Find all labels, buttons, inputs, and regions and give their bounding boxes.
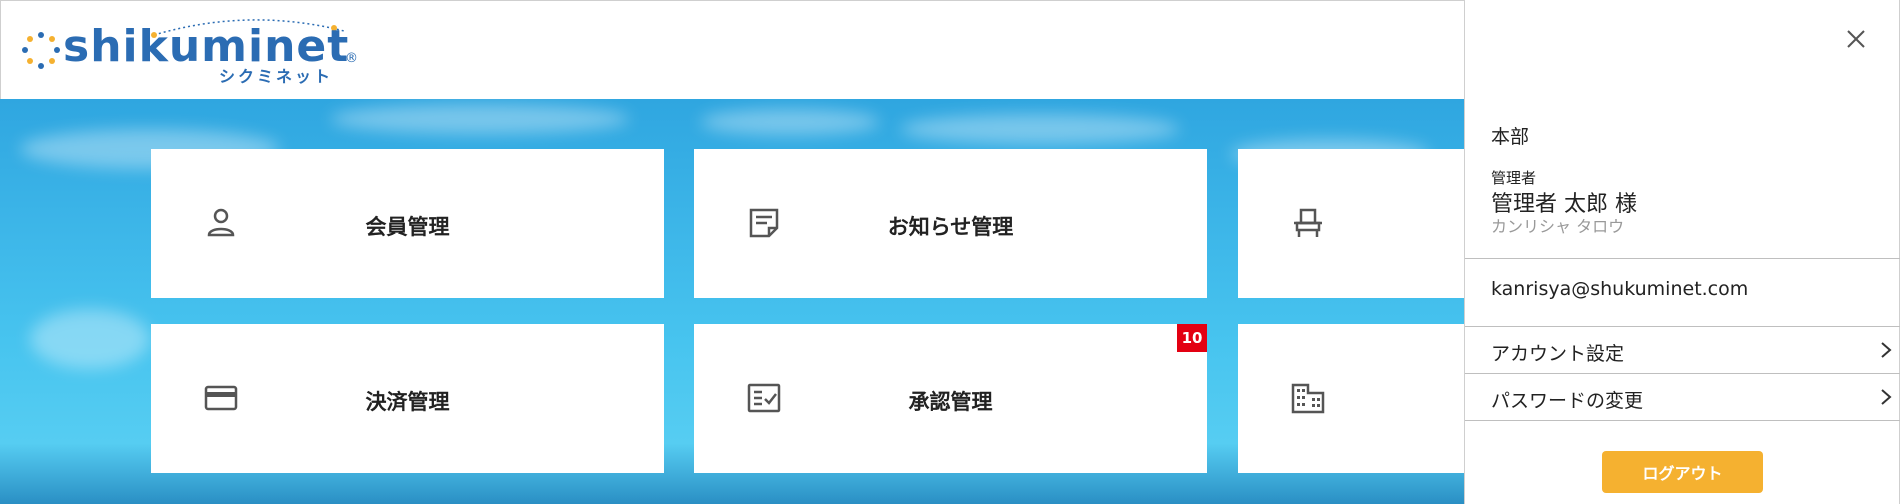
tile-label: 決済管理 xyxy=(365,390,450,414)
divider xyxy=(1465,420,1900,421)
registered-mark: ® xyxy=(345,51,358,66)
logo-katakana: シクミネット xyxy=(219,67,334,86)
divider xyxy=(1465,258,1900,259)
shikuminet-logo[interactable]: shikuminet シクミネット ® xyxy=(19,19,364,86)
tile-news-management[interactable]: お知らせ管理 xyxy=(694,149,1207,298)
cloud xyxy=(330,104,630,134)
close-icon[interactable] xyxy=(1843,26,1869,52)
menu-item-label: パスワードの変更 xyxy=(1491,390,1644,412)
user-email: kanrisya@shukuminet.com xyxy=(1491,278,1749,300)
chevron-right-icon xyxy=(1881,342,1892,358)
tile-label: 承認管理 xyxy=(908,390,993,414)
cloud xyxy=(900,114,1180,144)
menu-item-label: アカウント設定 xyxy=(1491,343,1625,365)
cloud xyxy=(700,109,880,135)
tile-label: お知らせ管理 xyxy=(887,215,1014,239)
organization-name: 本部 xyxy=(1491,126,1530,148)
tile-label: 会員管理 xyxy=(365,215,450,239)
logo-dots-icon xyxy=(22,32,60,69)
user-role: 管理者 xyxy=(1491,169,1537,187)
menu-item-account-settings[interactable]: アカウント設定 xyxy=(1465,327,1900,373)
account-panel: 本部 管理者 管理者 太郎 様 カンリシャ タロウ kanrisya@shuku… xyxy=(1464,0,1900,504)
logout-button[interactable]: ログアウト xyxy=(1602,451,1763,493)
building-icon xyxy=(1291,383,1325,414)
cloud xyxy=(30,309,150,369)
approval-count-badge: 10 xyxy=(1177,324,1207,352)
tile-member-management[interactable]: 会員管理 xyxy=(151,149,664,298)
user-name-kana: カンリシャ タロウ xyxy=(1491,217,1625,236)
chevron-right-icon xyxy=(1881,389,1892,405)
tile-payment-management[interactable]: 決済管理 xyxy=(151,324,664,473)
menu-item-change-password[interactable]: パスワードの変更 xyxy=(1465,374,1900,420)
tile-approval-management[interactable]: 承認管理 10 xyxy=(694,324,1207,473)
